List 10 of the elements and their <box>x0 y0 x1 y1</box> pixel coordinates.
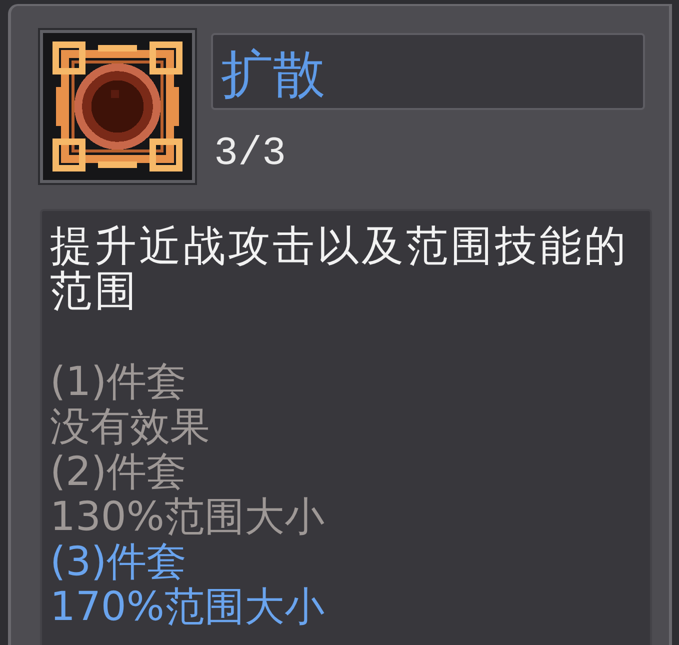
set-bonus-text: 没有效果 <box>50 405 211 450</box>
set-tier-label: (3)件套 <box>50 540 188 585</box>
set-bonus-text: 130%范围大小 <box>50 495 326 540</box>
ring-emblem-icon <box>40 30 195 183</box>
set-tier-label: (1)件套 <box>50 360 188 405</box>
set-tier-label: (2)件套 <box>50 450 188 495</box>
skill-rank: 3/3 <box>214 135 288 175</box>
description-text: 提升近战攻击以及范围技能的范围 <box>50 223 630 313</box>
set-bonus-text: 170%范围大小 <box>50 585 326 630</box>
skill-title: 扩散 <box>211 33 645 110</box>
